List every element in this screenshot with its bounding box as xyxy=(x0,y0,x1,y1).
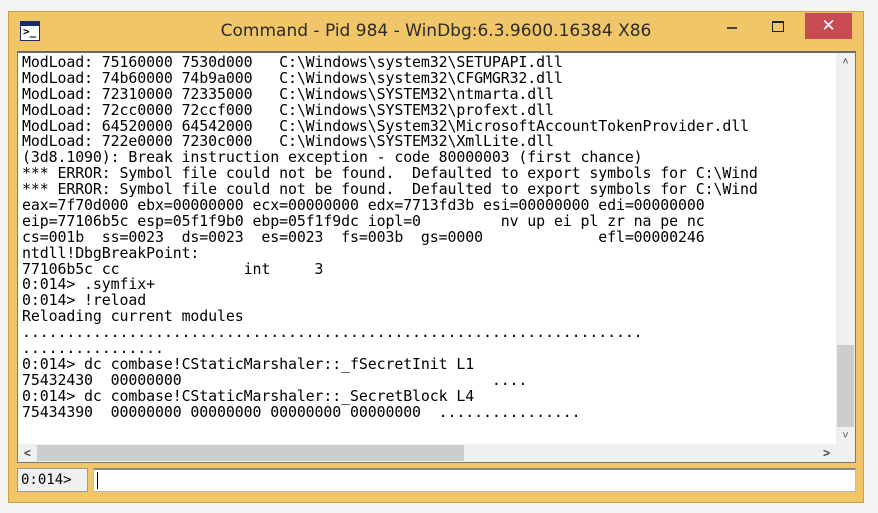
scroll-down-arrow-icon[interactable]: ˅ xyxy=(836,428,855,445)
vertical-scrollbar[interactable]: ˄ ˅ xyxy=(836,53,855,446)
minimize-icon xyxy=(727,27,737,30)
output-line: 75434390 00000000 00000000 00000000 0000… xyxy=(22,402,581,421)
command-input-row: 0:014> xyxy=(17,468,856,492)
command-prompt-label: 0:014> xyxy=(17,468,88,492)
vertical-scroll-thumb[interactable] xyxy=(837,345,854,427)
title-bar[interactable]: >_ Command - Pid 984 - WinDbg:6.3.9600.1… xyxy=(9,12,863,52)
close-button[interactable]: ✕ xyxy=(805,13,852,39)
command-output-text: ModLoad: 75160000 7530d000 C:\Windows\sy… xyxy=(22,55,830,445)
command-input[interactable] xyxy=(93,468,856,492)
close-icon: ✕ xyxy=(821,16,836,35)
scroll-right-arrow-icon[interactable]: > xyxy=(818,444,835,462)
scroll-up-arrow-icon[interactable]: ˄ xyxy=(836,54,855,71)
maximize-button[interactable] xyxy=(755,13,801,39)
horizontal-scrollbar[interactable]: < > xyxy=(18,444,855,462)
command-output-pane[interactable]: ModLoad: 75160000 7530d000 C:\Windows\sy… xyxy=(17,51,856,463)
windbg-command-window: >_ Command - Pid 984 - WinDbg:6.3.9600.1… xyxy=(8,11,864,503)
maximize-icon xyxy=(772,20,784,32)
horizontal-scroll-thumb[interactable] xyxy=(37,445,464,461)
text-caret xyxy=(97,472,98,489)
scroll-left-arrow-icon[interactable]: < xyxy=(19,444,36,462)
minimize-button[interactable] xyxy=(709,13,755,39)
